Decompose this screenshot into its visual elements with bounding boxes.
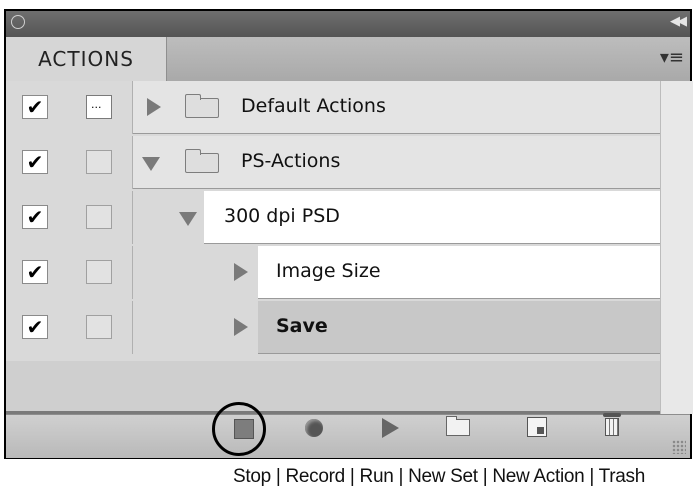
actions-panel: ◀◀ ACTIONS ▾≡ ✔ Default Actions ✔ xyxy=(4,9,693,459)
toggle-dialog-checkbox[interactable] xyxy=(86,150,112,174)
toggle-cell: ✔ xyxy=(6,301,71,354)
panel-menu-icon[interactable]: ▾≡ xyxy=(660,47,684,68)
dialog-cell xyxy=(70,191,133,244)
expand-arrow-icon[interactable] xyxy=(234,263,248,281)
step-label: Image Size xyxy=(276,260,381,282)
dialog-cell xyxy=(70,81,133,134)
tab-actions-label: ACTIONS xyxy=(38,47,134,71)
new-action-icon[interactable] xyxy=(527,417,547,437)
list-item[interactable]: ✔ 300 dpi PSD xyxy=(6,191,660,244)
dialog-cell xyxy=(70,246,133,299)
action-label: 300 dpi PSD xyxy=(224,205,340,227)
trash-icon[interactable] xyxy=(603,413,621,437)
item-content: Image Size xyxy=(234,246,660,299)
folder-icon xyxy=(185,94,219,118)
item-content: Save xyxy=(234,301,660,354)
toggle-item-checkbox[interactable]: ✔ xyxy=(22,205,48,229)
list-item[interactable]: ✔ Default Actions xyxy=(6,81,660,134)
item-content: 300 dpi PSD xyxy=(179,191,660,244)
toggle-cell: ✔ xyxy=(6,136,71,189)
panel-titlebar: ◀◀ xyxy=(6,11,690,37)
toggle-dialog-checkbox[interactable] xyxy=(86,260,112,284)
toggle-item-checkbox[interactable]: ✔ xyxy=(22,260,48,284)
set-label: PS-Actions xyxy=(241,150,341,172)
resize-grip-icon[interactable] xyxy=(672,440,686,454)
run-icon[interactable] xyxy=(382,418,399,438)
list-empty-area xyxy=(6,361,660,411)
toggle-dialog-checkbox[interactable] xyxy=(86,205,112,229)
dialog-cell xyxy=(70,136,133,189)
item-content: Default Actions xyxy=(133,81,660,134)
toggle-dialog-checkbox[interactable] xyxy=(86,315,112,339)
expand-arrow-icon[interactable] xyxy=(147,98,161,116)
toggle-dialog-checkbox[interactable] xyxy=(86,95,112,119)
set-label: Default Actions xyxy=(241,95,386,117)
tab-actions[interactable]: ACTIONS xyxy=(6,37,167,81)
collapse-arrow-icon[interactable] xyxy=(179,212,197,226)
trash-can xyxy=(605,418,619,436)
collapse-arrow-icon[interactable] xyxy=(142,157,160,171)
trash-lid xyxy=(603,413,621,417)
new-set-icon[interactable] xyxy=(446,416,470,436)
toolbar-caption: Stop | Record | Run | New Set | New Acti… xyxy=(233,466,646,487)
toggle-item-checkbox[interactable]: ✔ xyxy=(22,95,48,119)
tab-row: ACTIONS ▾≡ xyxy=(6,37,690,82)
actions-toolbar xyxy=(6,414,690,458)
list-item[interactable]: ✔ Save xyxy=(6,301,660,354)
toggle-item-checkbox[interactable]: ✔ xyxy=(22,315,48,339)
item-content: PS-Actions xyxy=(133,136,660,189)
highlight-circle xyxy=(212,402,266,456)
expand-arrow-icon[interactable] xyxy=(234,318,248,336)
toggle-item-checkbox[interactable]: ✔ xyxy=(22,150,48,174)
dialog-cell xyxy=(70,301,133,354)
close-icon[interactable] xyxy=(11,15,25,29)
list-item[interactable]: ✔ Image Size xyxy=(6,246,660,299)
record-icon[interactable] xyxy=(305,419,323,437)
actions-list: ✔ Default Actions ✔ PS-Actions xyxy=(6,81,660,377)
toggle-cell: ✔ xyxy=(6,246,71,299)
step-label: Save xyxy=(276,315,328,337)
toggle-cell: ✔ xyxy=(6,81,71,134)
toggle-cell: ✔ xyxy=(6,191,71,244)
collapse-double-arrow-icon[interactable]: ◀◀ xyxy=(670,14,687,29)
list-item[interactable]: ✔ PS-Actions xyxy=(6,136,660,189)
folder-icon xyxy=(185,149,219,173)
scrollbar[interactable] xyxy=(660,81,693,414)
